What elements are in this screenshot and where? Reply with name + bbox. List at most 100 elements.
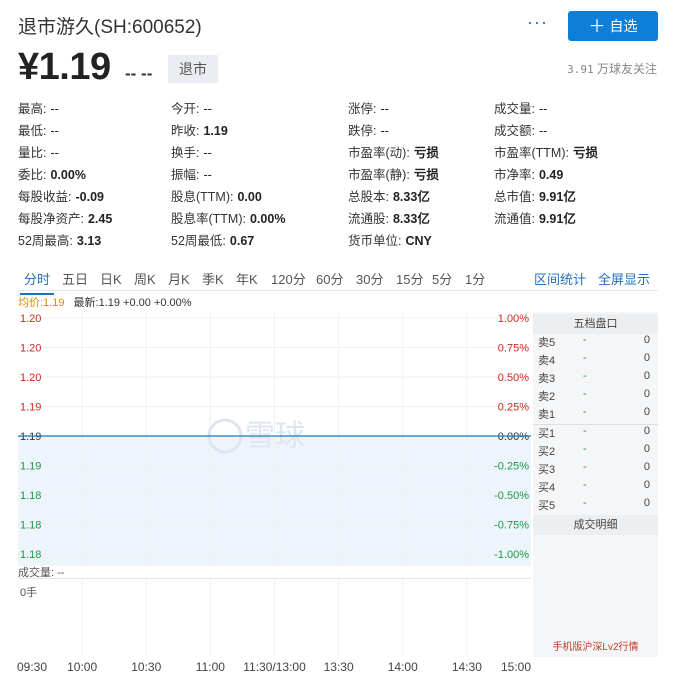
- ob-qty: 0: [643, 334, 650, 346]
- tab-period[interactable]: 季K: [202, 269, 224, 288]
- stat-item: 流通值: 9.91亿: [494, 208, 576, 230]
- stat-label: 量比:: [18, 146, 47, 160]
- stat-label: 成交额:: [494, 124, 535, 138]
- y-tick-label-price: 1.19: [20, 402, 41, 414]
- stat-item: 市盈率(动): 亏损: [348, 142, 439, 164]
- volume-zero-label: 0手: [20, 587, 38, 599]
- y-tick-label-price: 1.18: [20, 549, 41, 561]
- stat-item: 总市值: 9.91亿: [494, 186, 576, 208]
- bid-row: 买1 - 0: [533, 425, 658, 443]
- stat-value: -0.09: [75, 190, 104, 204]
- stat-label: 流通值:: [494, 212, 535, 226]
- lv2-promo-link[interactable]: 手机版沪深Lv2行情: [533, 638, 658, 653]
- stock-title: 退市游久(SH:600652): [18, 17, 202, 38]
- stat-label: 总市值:: [494, 190, 535, 204]
- stat-label: 最低:: [18, 124, 47, 138]
- stat-value: 3.13: [76, 234, 102, 248]
- ob-level-label: 买1: [538, 428, 556, 440]
- stat-label: 跌停:: [348, 124, 377, 138]
- tab-period[interactable]: 月K: [168, 269, 190, 288]
- stat-label: 股息率(TTM):: [171, 212, 246, 226]
- tab-period[interactable]: 15分: [396, 269, 423, 288]
- followers-count[interactable]: 3.91 万球友关注: [567, 60, 657, 77]
- ob-qty: 0: [643, 461, 650, 473]
- tab-period[interactable]: 1分: [465, 269, 485, 288]
- stat-item: 每股收益: -0.09: [18, 186, 104, 208]
- stat-value: 亏损: [413, 168, 439, 182]
- ob-price: -: [583, 406, 587, 418]
- current-price: ¥1.19: [18, 46, 111, 88]
- stat-label: 市盈率(静):: [348, 168, 410, 182]
- stat-value: 9.91亿: [538, 212, 576, 226]
- ob-price: -: [583, 334, 587, 346]
- tab-period[interactable]: 30分: [356, 269, 383, 288]
- ob-qty: 0: [643, 443, 650, 455]
- stat-label: 每股净资产:: [18, 212, 84, 226]
- plus-icon: ＋: [588, 16, 606, 36]
- stat-value: 9.91亿: [538, 190, 576, 204]
- stat-label: 流通股:: [348, 212, 389, 226]
- intraday-chart[interactable]: 1.20 1.00% 1.20 0.75% 1.20 0.50% 1.19 0.25% 1.19…: [18, 312, 531, 566]
- tab-period[interactable]: 周K: [134, 269, 156, 288]
- trade-detail-tab[interactable]: 成交明细: [533, 515, 658, 535]
- y-tick-label-percent: 0.25%: [498, 402, 529, 414]
- y-tick-label-percent: -0.75%: [494, 520, 529, 532]
- y-tick-label-price: 1.20: [20, 372, 41, 384]
- bid-row: 买4 - 0: [533, 479, 658, 497]
- tab-period[interactable]: 60分: [316, 269, 343, 288]
- stat-value: 0.00%: [50, 168, 86, 182]
- ob-level-label: 卖4: [538, 355, 556, 367]
- ob-price: -: [583, 479, 587, 491]
- stat-value: --: [380, 102, 389, 116]
- stat-label: 股息(TTM):: [171, 190, 234, 204]
- tab-period[interactable]: 120分: [271, 269, 306, 288]
- stat-item: 52周最低: 0.67: [171, 230, 254, 252]
- stat-item: 昨收: 1.19: [171, 120, 228, 142]
- stat-item: 52周最高: 3.13: [18, 230, 101, 252]
- y-tick-label-percent: -0.50%: [494, 490, 529, 502]
- chart-summary: 均价:1.19 最新:1.19 +0.00 +0.00%: [18, 294, 192, 310]
- stat-value: CNY: [405, 234, 432, 248]
- tab-period[interactable]: 5分: [432, 269, 452, 288]
- ob-price: -: [583, 443, 587, 455]
- fullscreen-link[interactable]: 全屏显示: [598, 269, 650, 288]
- chart-period-tabs: 分时 五日 日K 周K 月K 季K 年K 120分 60分 30分 15分 5分 1分 区间统计 全屏显示: [18, 263, 658, 295]
- y-tick-label-percent: 0.50%: [498, 372, 529, 384]
- ob-qty: 0: [643, 370, 650, 382]
- x-tick-label: 13:30: [323, 660, 354, 674]
- range-stats-link[interactable]: 区间统计: [534, 269, 586, 288]
- bid-row: 买2 - 0: [533, 443, 658, 461]
- y-tick-label-percent: 1.00%: [498, 313, 529, 325]
- stat-item: 股息(TTM): 0.00: [171, 186, 262, 208]
- stat-label: 今开:: [171, 102, 200, 116]
- more-menu-icon[interactable]: ···: [527, 12, 548, 33]
- stat-item: 换手: --: [171, 142, 212, 164]
- add-watchlist-button[interactable]: ＋ 自选: [568, 11, 658, 41]
- ask-row: 卖5 - 0: [533, 334, 658, 352]
- followers-unit: 万球友关注: [596, 62, 657, 76]
- stat-item: 市盈率(静): 亏损: [348, 164, 439, 186]
- stat-value: 0.49: [538, 168, 564, 182]
- stat-label: 52周最低:: [171, 234, 226, 248]
- stat-item: 每股净资产: 2.45: [18, 208, 112, 230]
- stat-label: 换手:: [171, 146, 200, 160]
- status-badge: 退市: [168, 55, 218, 83]
- stat-label: 市净率:: [494, 168, 535, 182]
- tab-period[interactable]: 日K: [100, 269, 122, 288]
- ob-qty: 0: [643, 388, 650, 400]
- stat-label: 货币单位:: [348, 234, 402, 248]
- tab-period[interactable]: 五日: [62, 269, 88, 288]
- stat-item: 委比: 0.00%: [18, 164, 86, 186]
- price-change: -- --: [125, 64, 153, 83]
- stat-value: --: [538, 124, 548, 138]
- stat-label: 每股收益:: [18, 190, 72, 204]
- x-tick-label: 10:00: [67, 660, 98, 674]
- tab-period[interactable]: 年K: [236, 269, 258, 288]
- tab-period[interactable]: 分时: [19, 269, 55, 295]
- x-tick-label: 11:00: [195, 660, 225, 674]
- ob-qty: 0: [643, 352, 650, 364]
- x-tick-label: 11:30/13:00: [243, 660, 306, 674]
- stat-value: --: [380, 124, 389, 138]
- stat-item: 流通股: 8.33亿: [348, 208, 430, 230]
- volume-chart[interactable]: [18, 578, 531, 656]
